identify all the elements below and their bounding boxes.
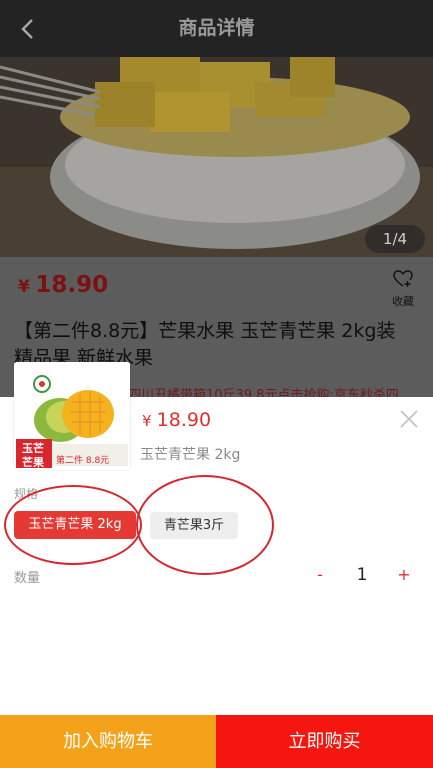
close-icon[interactable] xyxy=(398,408,420,430)
header-bar: 商品详情 xyxy=(0,0,433,57)
page-title: 商品详情 xyxy=(178,17,255,39)
favorite-button[interactable]: 收藏 xyxy=(386,270,420,310)
selected-spec-text: 玉芒青芒果 2kg xyxy=(140,447,241,463)
thumbnail-banner: 第二件 8.8元 xyxy=(56,456,110,466)
sku-thumbnail: 玉芒 芒果 第二件 8.8元 xyxy=(14,362,130,470)
increment-button[interactable]: + xyxy=(390,560,418,590)
product-image[interactable] xyxy=(0,57,433,257)
favorite-label: 收藏 xyxy=(392,295,414,308)
price-amount: 18.90 xyxy=(35,272,109,298)
sku-price-amount: 18.90 xyxy=(156,409,212,431)
decrement-button[interactable]: - xyxy=(306,560,334,590)
heart-plus-icon xyxy=(393,270,413,287)
product-price: ¥ 18.90 xyxy=(18,272,108,298)
annotation-circle xyxy=(136,475,274,575)
add-to-cart-button[interactable]: 加入购物车 xyxy=(0,715,216,768)
currency-symbol: ¥ xyxy=(18,277,30,297)
quantity-input[interactable] xyxy=(334,560,390,590)
sku-currency-symbol: ¥ xyxy=(142,412,152,430)
buy-now-button[interactable]: 立即购买 xyxy=(216,715,433,768)
quantity-label: 数量 xyxy=(14,571,41,586)
image-page-indicator: 1/4 xyxy=(365,225,425,253)
thumbnail-badge-line2: 芒果 xyxy=(22,456,44,469)
sku-price: ¥ 18.90 xyxy=(142,409,211,431)
annotation-circle xyxy=(4,485,142,565)
quantity-stepper: - + xyxy=(306,560,418,590)
